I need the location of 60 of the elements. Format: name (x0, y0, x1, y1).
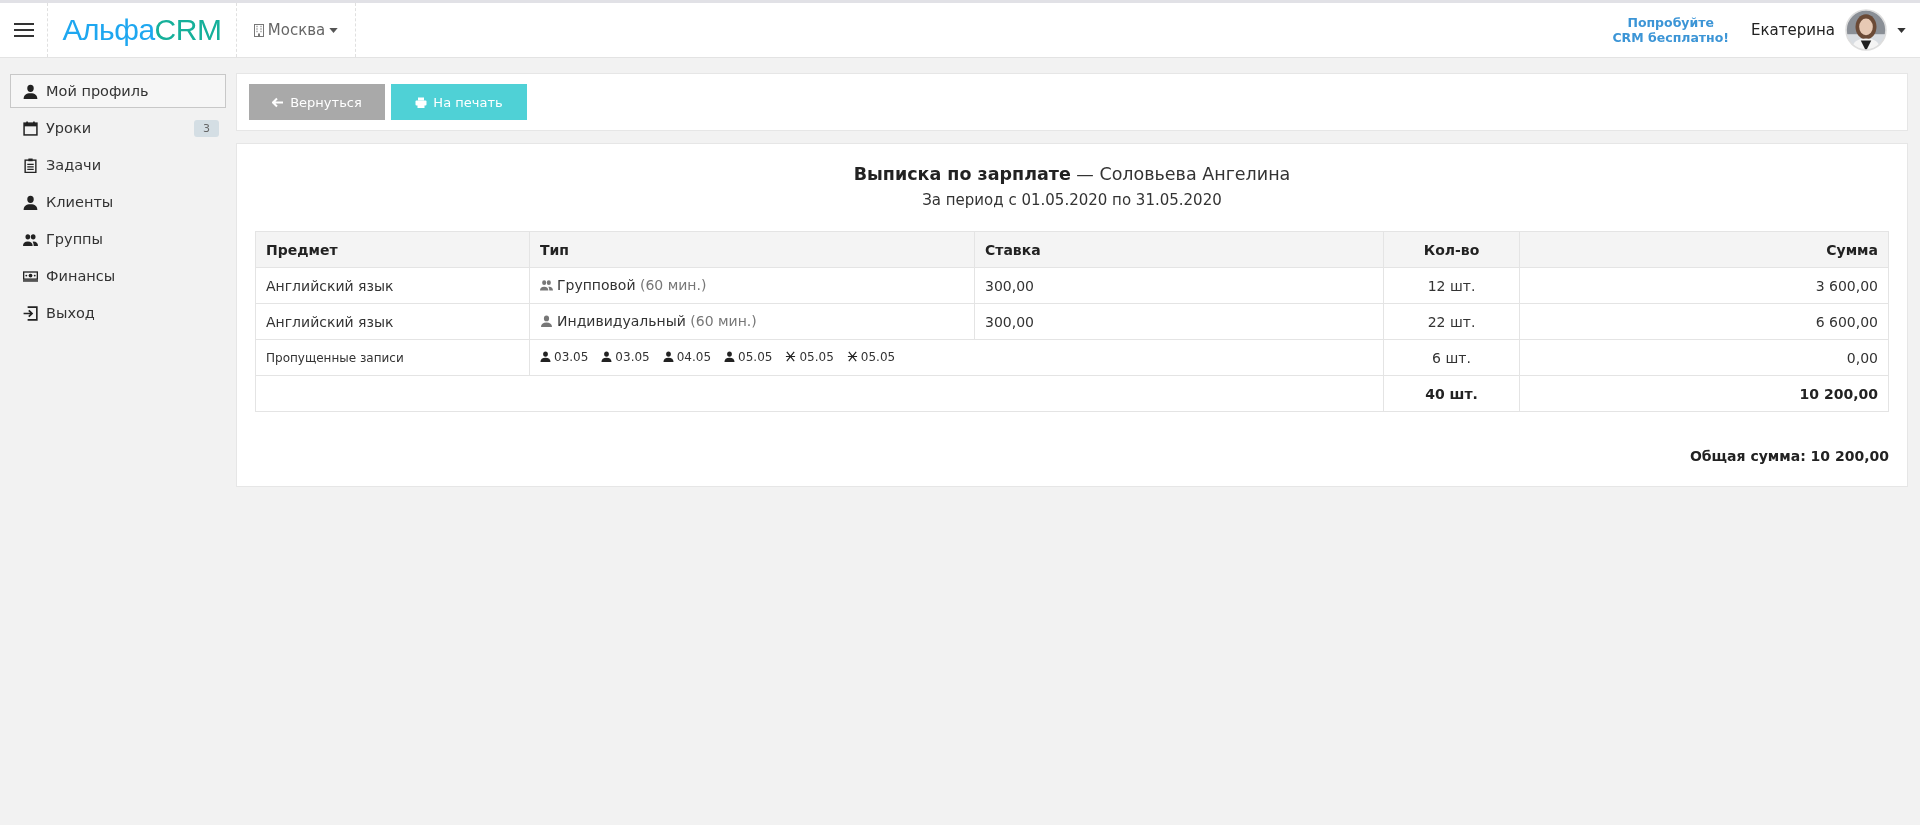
column-header: Предмет (255, 231, 530, 268)
table-cell: Английский язык (255, 267, 530, 304)
table-cell: 40 шт. (1383, 375, 1520, 412)
arrow-left-icon (272, 96, 285, 108)
person-icon (601, 351, 613, 363)
sidebar-item[interactable]: Уроки 3 (10, 111, 226, 145)
money-icon (23, 268, 38, 284)
table-cell: 12 шт. (1383, 267, 1520, 304)
caret-icon (329, 27, 339, 33)
missed-date: 03.05 (554, 349, 589, 364)
table-cell: 6 шт. (1383, 339, 1520, 376)
user-name[interactable]: Екатерина (1751, 21, 1835, 39)
clipboard-icon (23, 157, 38, 173)
person-icon (662, 351, 674, 363)
calendar-icon (23, 120, 38, 136)
missed-date: 05.05 (860, 349, 896, 364)
sidebar-item[interactable]: Задачи (10, 148, 226, 182)
report-title: Выписка по зарплате — Соловьева Ангелина (852, 164, 1292, 184)
person-icon (540, 351, 551, 363)
missed-date: 04.05 (676, 349, 712, 364)
exit-icon (23, 305, 38, 321)
person-icon (23, 83, 38, 99)
report-period: За период с 01.05.2020 по 31.05.2020 (921, 191, 1223, 209)
table-cell: 300,00 (974, 303, 1384, 340)
table-cell: Английский язык (255, 303, 530, 340)
person-icon (23, 194, 38, 210)
asterisk-icon (846, 351, 858, 363)
count-badge: 3 (194, 119, 219, 137)
printer-icon (415, 96, 428, 108)
asterisk-icon (785, 351, 797, 363)
missed-date: 05.05 (799, 349, 834, 364)
people-icon (23, 231, 38, 247)
sidebar-item[interactable]: Мой профиль (10, 74, 226, 108)
table-cell: Пропущенные записи (255, 339, 530, 376)
table-cell: 3 600,00 (1519, 267, 1889, 304)
missed-date: 03.05 (615, 349, 650, 364)
person-icon (724, 351, 736, 363)
column-header: Кол-во (1383, 231, 1520, 268)
column-header: Тип (529, 231, 975, 268)
lesson-type: Групповой (60 мин.) (557, 277, 707, 293)
sidebar-item[interactable]: Клиенты (10, 185, 226, 219)
missed-date: 05.05 (738, 349, 773, 364)
building-icon (253, 23, 264, 37)
sidebar-item[interactable]: Выход (10, 296, 226, 330)
column-header: Ставка (974, 231, 1384, 268)
table-cell: 22 шт. (1383, 303, 1520, 340)
table-cell: 10 200,00 (1519, 375, 1889, 412)
branch-dropdown[interactable]: Москва (249, 17, 343, 43)
lesson-type: Индивидуальный (60 мин.) (557, 313, 757, 329)
menu-icon[interactable] (13, 22, 34, 38)
grand-total: Общая сумма: 10 200,00 (1689, 448, 1889, 464)
column-header: Сумма (1519, 231, 1889, 268)
table-cell: 0,00 (1519, 339, 1889, 376)
person-icon (540, 315, 553, 327)
sidebar-item[interactable]: Финансы (10, 259, 226, 293)
table-cell: 300,00 (974, 267, 1384, 304)
people-icon (540, 279, 553, 291)
caret-icon[interactable] (1897, 27, 1906, 33)
table-cell: 6 600,00 (1519, 303, 1889, 340)
sidebar-item[interactable]: Группы (10, 222, 226, 256)
